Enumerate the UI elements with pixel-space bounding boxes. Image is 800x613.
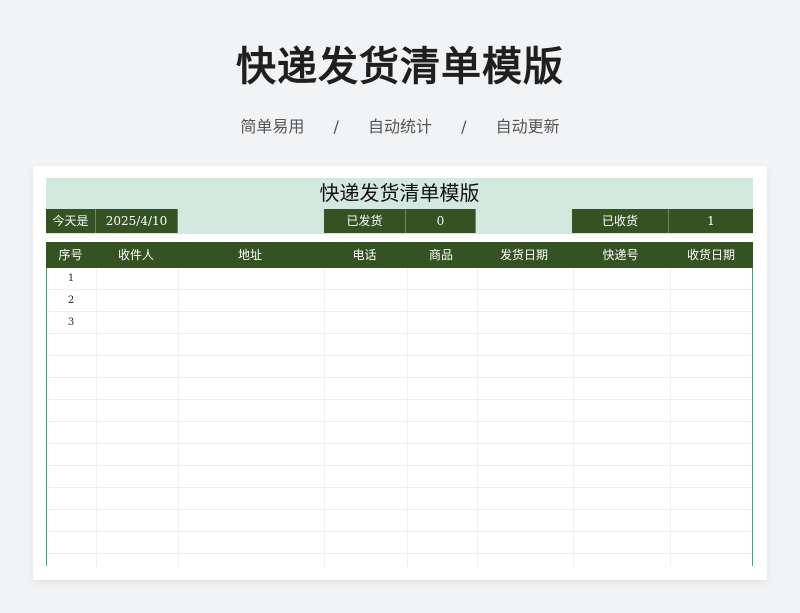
table-row[interactable] [47, 378, 752, 400]
col-product[interactable]: 商品 [406, 242, 476, 268]
separator: / [461, 117, 467, 136]
today-value[interactable]: 2025/4/10 [96, 209, 178, 233]
table-row[interactable] [47, 356, 752, 378]
row-index [47, 466, 95, 488]
feature-easy: 简单易用 [240, 117, 305, 136]
col-address[interactable]: 地址 [177, 242, 323, 268]
col-recipient[interactable]: 收件人 [95, 242, 177, 268]
col-receive-date[interactable]: 收货日期 [669, 242, 753, 268]
row-index [47, 378, 95, 400]
row-index [47, 356, 95, 378]
row-index [47, 422, 95, 444]
row-index: 2 [67, 295, 75, 306]
today-label: 今天是 [46, 209, 96, 233]
col-tracking-number[interactable]: 快递号 [572, 242, 669, 268]
feature-tagline: 简单易用 / 自动统计 / 自动更新 [0, 113, 800, 137]
shipped-count[interactable]: 0 [406, 209, 476, 233]
table-row[interactable] [47, 554, 752, 566]
shipped-label: 已发货 [324, 209, 406, 233]
feature-auto-update: 自动更新 [495, 117, 560, 136]
received-label: 已收货 [572, 209, 669, 233]
row-index: 3 [67, 317, 75, 328]
table-row[interactable] [47, 466, 752, 488]
table-row[interactable] [47, 444, 752, 466]
received-count[interactable]: 1 [669, 209, 753, 233]
separator: / [333, 117, 339, 136]
sheet-title: 快递发货清单模版 [46, 178, 753, 208]
table-row[interactable] [47, 400, 752, 422]
table-row[interactable] [47, 422, 752, 444]
spreadsheet-preview: 快递发货清单模版 今天是 2025/4/10 已发货 0 已收货 1 序号 收件… [33, 166, 767, 580]
feature-auto-stats: 自动统计 [367, 117, 432, 136]
table-row[interactable]: 2 [47, 290, 752, 312]
row-index [47, 554, 95, 566]
table-row[interactable] [47, 488, 752, 510]
table-row[interactable]: 1 [47, 268, 752, 290]
table-body: 1 2 3 [46, 268, 753, 566]
table-row[interactable]: 3 [47, 312, 752, 334]
table-row[interactable] [47, 334, 752, 356]
table-row[interactable] [47, 510, 752, 532]
table-row[interactable] [47, 532, 752, 554]
row-index [47, 334, 95, 356]
col-ship-date[interactable]: 发货日期 [476, 242, 572, 268]
row-index [47, 510, 95, 532]
table-header: 序号 收件人 地址 电话 商品 发货日期 快递号 收货日期 [46, 242, 753, 268]
col-index[interactable]: 序号 [46, 242, 95, 268]
row-index [47, 400, 95, 422]
page-title: 快递发货清单模版 [236, 44, 564, 90]
row-index [47, 488, 95, 510]
row-index [47, 532, 95, 554]
row-index: 1 [67, 273, 75, 284]
col-phone[interactable]: 电话 [323, 242, 406, 268]
row-index [47, 444, 95, 466]
